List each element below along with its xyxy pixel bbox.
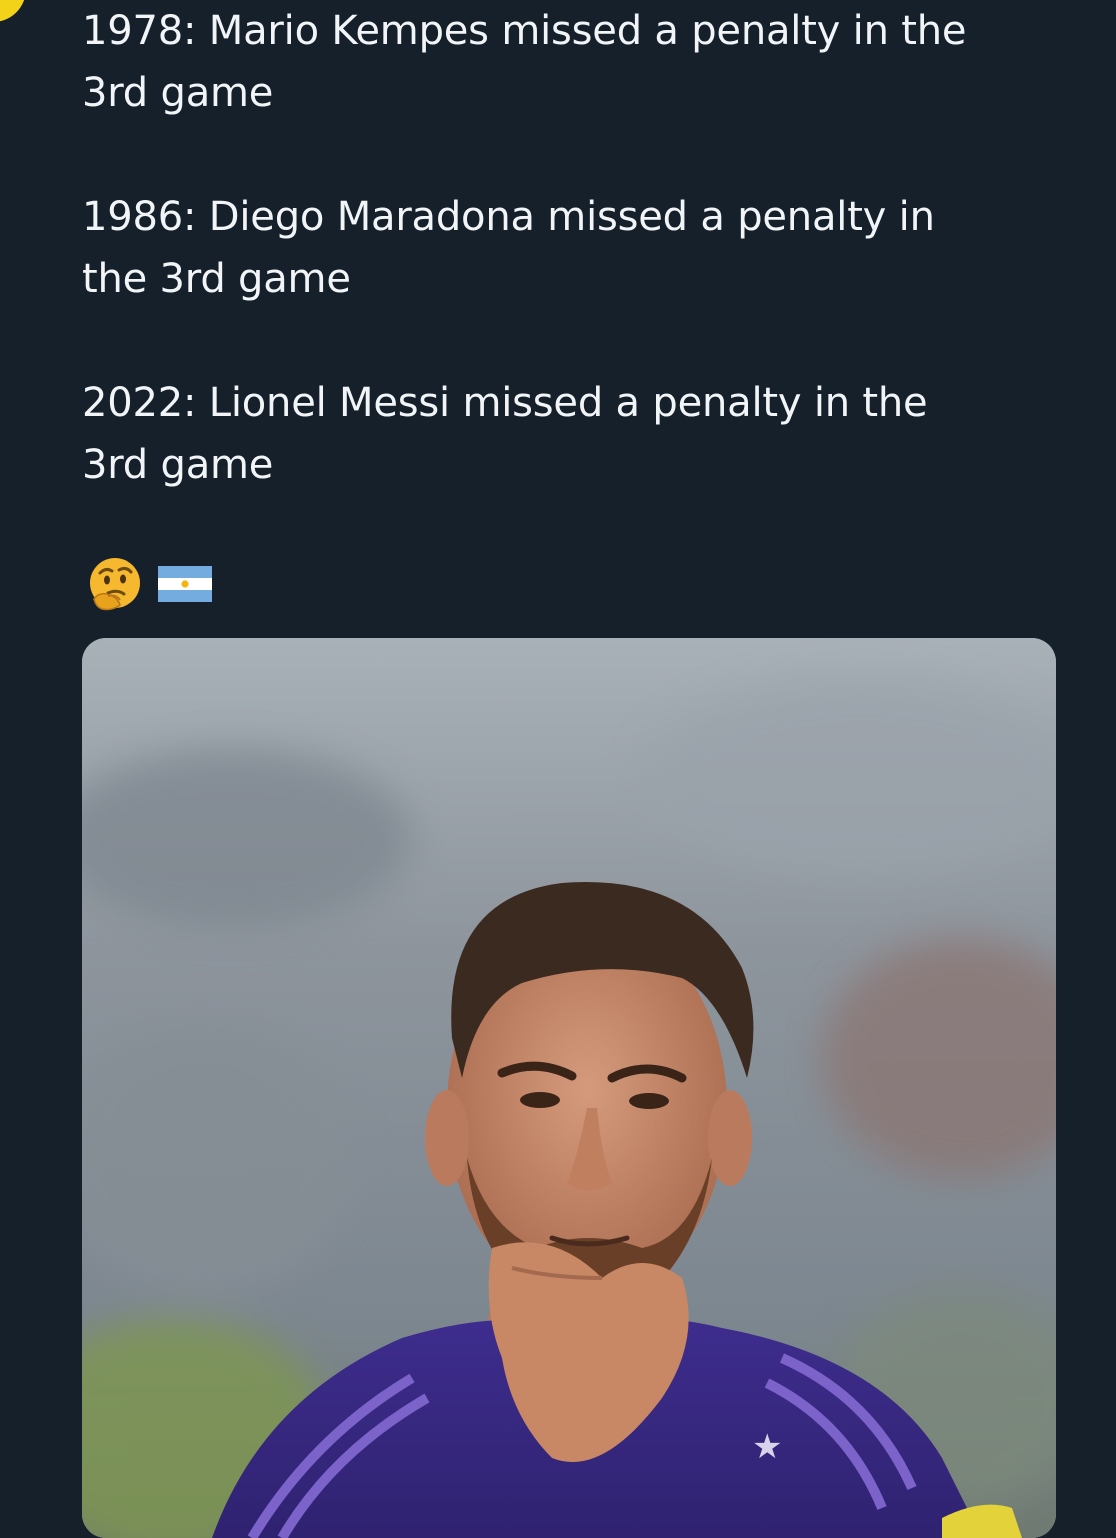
svg-text:★: ★	[752, 1427, 782, 1467]
tweet-line: the 3rd game	[82, 256, 351, 302]
tweet-line: 1986: Diego Maradona missed a penalty in	[82, 194, 935, 240]
tweet-paragraph-2022: 2022: Lionel Messi missed a penalty in t…	[82, 372, 928, 496]
tweet-line: 1978: Mario Kempes missed a penalty in t…	[82, 8, 967, 54]
argentina-flag-icon	[158, 566, 212, 602]
thinking-face-icon	[90, 558, 140, 611]
tweet-line: 2022: Lionel Messi missed a penalty in t…	[82, 380, 928, 426]
photo-of-player-thinking-icon: ★	[82, 638, 1056, 1538]
tweet-line: 3rd game	[82, 442, 274, 488]
tweet-image[interactable]: ★	[82, 638, 1056, 1538]
avatar[interactable]	[0, 0, 26, 22]
tweet-paragraph-1986: 1986: Diego Maradona missed a penalty in…	[82, 186, 935, 310]
tweet-line: 3rd game	[82, 70, 274, 116]
tweet-paragraph-1978: 1978: Mario Kempes missed a penalty in t…	[82, 0, 966, 124]
